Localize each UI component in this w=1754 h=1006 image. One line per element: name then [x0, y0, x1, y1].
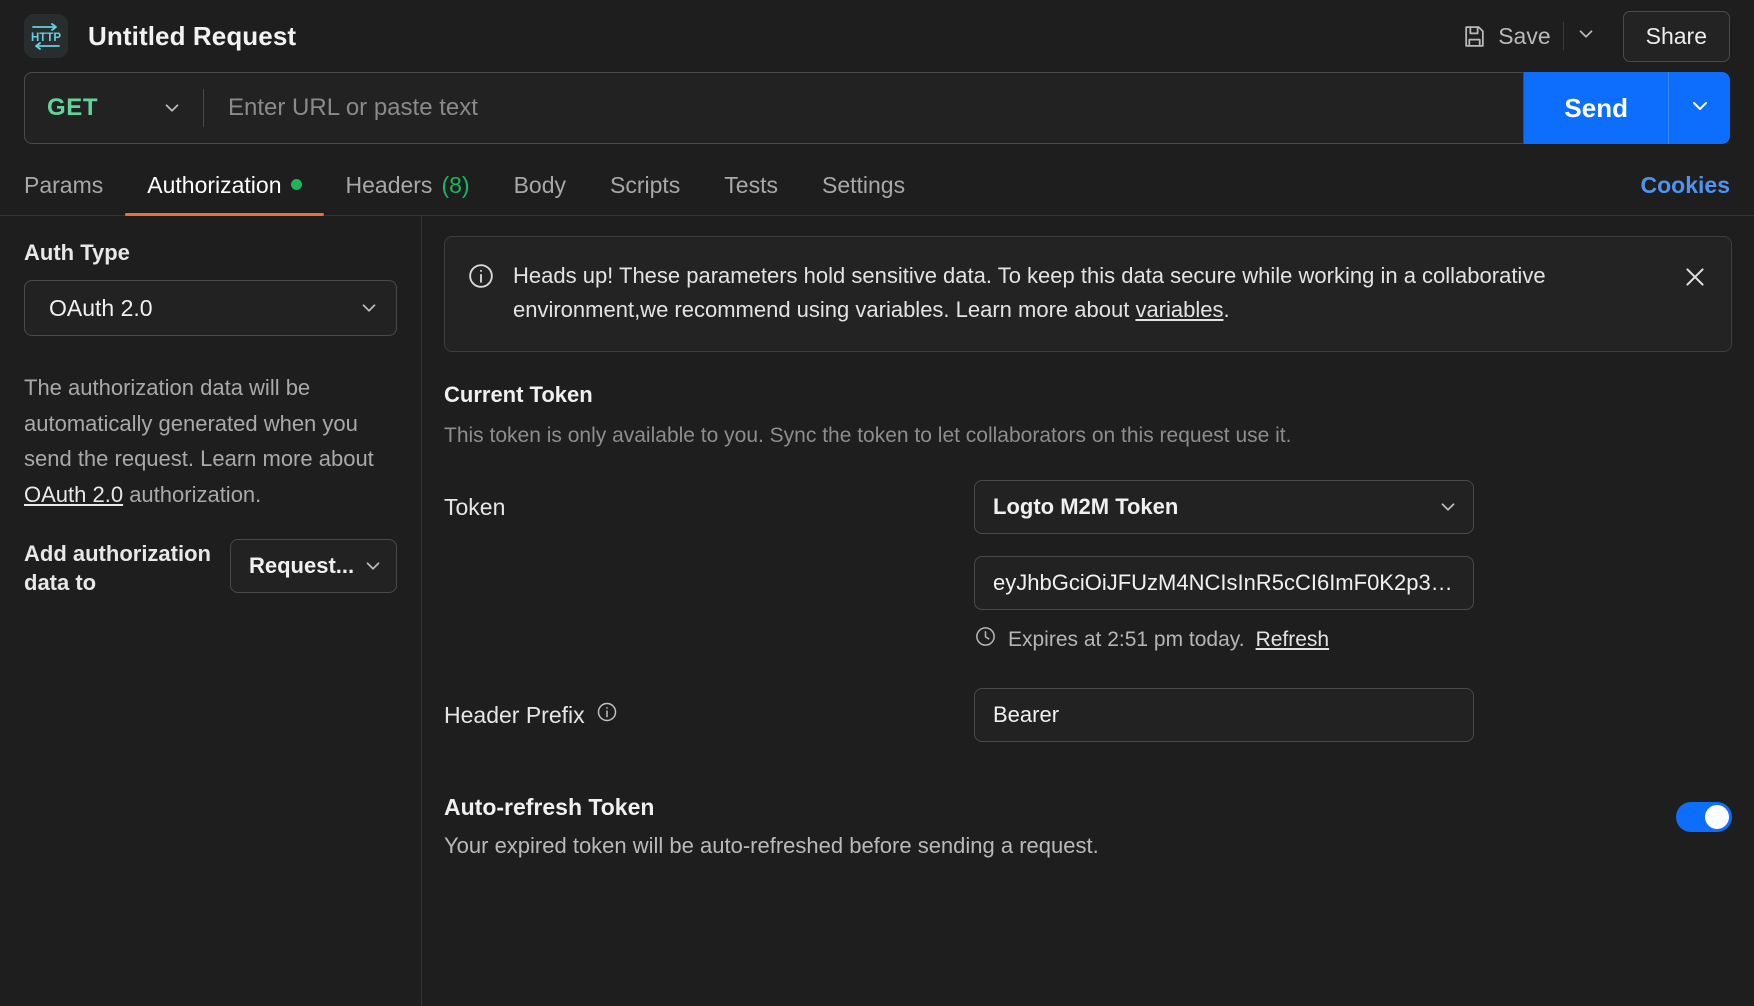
auth-type-pane: Auth Type OAuth 2.0 The authorization da…: [0, 216, 422, 1006]
chevron-down-icon: [358, 297, 380, 319]
url-input[interactable]: [204, 73, 1523, 143]
token-value-control: eyJhbGciOiJFUzM4NCIsInR5cCI6ImF0K2p3… Ex…: [974, 556, 1474, 654]
auto-refresh-subtitle: Your expired token will be auto-refreshe…: [444, 833, 1676, 859]
header-prefix-input[interactable]: Bearer: [974, 688, 1474, 742]
send-button-group: Send: [1524, 72, 1730, 144]
method-select[interactable]: GET: [25, 73, 203, 143]
auto-refresh-title: Auto-refresh Token: [444, 794, 1676, 821]
token-label: Token: [444, 494, 974, 521]
current-token-heading: Current Token: [444, 382, 1732, 408]
share-button[interactable]: Share: [1623, 11, 1730, 62]
chevron-down-icon: [161, 97, 183, 119]
send-options-caret[interactable]: [1668, 72, 1730, 144]
auth-type-label: Auth Type: [24, 240, 397, 266]
sensitive-data-banner: Heads up! These parameters hold sensitiv…: [444, 236, 1732, 352]
tab-label: Tests: [724, 172, 778, 199]
floppy-disk-icon: [1462, 24, 1487, 49]
auto-refresh-toggle[interactable]: [1676, 802, 1732, 832]
info-circle-icon[interactable]: [596, 701, 618, 729]
token-expiry-row: Expires at 2:51 pm today. Refresh: [974, 625, 1474, 654]
tab-body[interactable]: Body: [492, 172, 588, 215]
auth-type-value: OAuth 2.0: [49, 295, 153, 322]
variables-link[interactable]: variables: [1135, 297, 1223, 322]
svg-text:HTTP: HTTP: [31, 32, 61, 44]
http-icon: HTTP: [24, 14, 68, 58]
header-prefix-value: Bearer: [993, 702, 1059, 728]
auto-refresh-text: Auto-refresh Token Your expired token wi…: [444, 794, 1676, 859]
title-bar: HTTP Untitled Request Save Share: [0, 0, 1754, 72]
token-row: Token Logto M2M Token: [444, 480, 1732, 534]
http-glyph: HTTP: [31, 22, 61, 50]
auth-help-part1: The authorization data will be automatic…: [24, 375, 374, 471]
token-value-text: eyJhbGciOiJFUzM4NCIsInR5cCI6ImF0K2p3…: [993, 570, 1453, 596]
banner-text-part1: Heads up! These parameters hold sensitiv…: [513, 263, 1546, 322]
current-token-note: This token is only available to you. Syn…: [444, 424, 1732, 448]
authorization-status-dot: [291, 179, 302, 190]
chevron-down-icon: [1427, 496, 1459, 518]
auth-details-pane: Heads up! These parameters hold sensitiv…: [422, 216, 1754, 1006]
auth-type-select[interactable]: OAuth 2.0: [24, 280, 397, 336]
token-label-text: Token: [444, 494, 505, 521]
tab-label: Body: [514, 172, 566, 199]
header-prefix-control: Bearer: [974, 688, 1474, 742]
token-value-input[interactable]: eyJhbGciOiJFUzM4NCIsInR5cCI6ImF0K2p3…: [974, 556, 1474, 610]
url-field-group: GET: [24, 72, 1524, 144]
method-label: GET: [47, 94, 98, 122]
add-authorization-data-label: Add authorization data to: [24, 539, 220, 597]
token-expiry-text: Expires at 2:51 pm today.: [1008, 628, 1245, 652]
title-bar-actions: Save Share: [1450, 11, 1730, 62]
page-title: Untitled Request: [88, 21, 296, 52]
header-prefix-row: Header Prefix Bearer: [444, 688, 1732, 742]
toggle-knob: [1705, 805, 1729, 829]
tab-label: Authorization: [147, 172, 281, 199]
url-bar: GET Send: [0, 72, 1754, 154]
oauth2-doc-link[interactable]: OAuth 2.0: [24, 482, 123, 507]
token-control: Logto M2M Token: [974, 480, 1474, 534]
banner-text-part2: .: [1223, 297, 1229, 322]
token-select-value: Logto M2M Token: [993, 494, 1178, 520]
save-label: Save: [1498, 23, 1550, 50]
tab-settings[interactable]: Settings: [800, 172, 927, 215]
chevron-down-icon: [362, 555, 384, 577]
clock-icon: [974, 625, 997, 654]
token-select[interactable]: Logto M2M Token: [974, 480, 1474, 534]
cookies-link[interactable]: Cookies: [1641, 172, 1730, 215]
tab-scripts[interactable]: Scripts: [588, 172, 702, 215]
tab-params[interactable]: Params: [24, 172, 125, 215]
token-value-row: eyJhbGciOiJFUzM4NCIsInR5cCI6ImF0K2p3… Ex…: [444, 556, 1732, 654]
header-prefix-label-text: Header Prefix: [444, 702, 585, 729]
send-button[interactable]: Send: [1524, 72, 1668, 144]
tab-label: Headers: [346, 172, 433, 199]
tab-tests[interactable]: Tests: [702, 172, 800, 215]
auth-help-part2: authorization.: [123, 482, 261, 507]
save-options-caret[interactable]: [1563, 14, 1609, 58]
tab-authorization[interactable]: Authorization: [125, 172, 323, 215]
tab-label: Scripts: [610, 172, 680, 199]
auth-help-text: The authorization data will be automatic…: [24, 370, 397, 513]
chevron-down-icon: [1575, 23, 1597, 50]
info-circle-icon: [467, 262, 495, 295]
refresh-token-link[interactable]: Refresh: [1256, 628, 1330, 652]
header-prefix-label: Header Prefix: [444, 701, 974, 729]
tab-headers[interactable]: Headers (8): [324, 172, 492, 215]
authorization-panel: Auth Type OAuth 2.0 The authorization da…: [0, 216, 1754, 1006]
headers-count-badge: (8): [441, 172, 469, 199]
add-authorization-data-select[interactable]: Request...: [230, 539, 397, 593]
tab-label: Params: [24, 172, 103, 199]
close-icon[interactable]: [1679, 261, 1711, 293]
add-authorization-data-row: Add authorization data to Request...: [24, 539, 397, 597]
save-button[interactable]: Save: [1450, 15, 1562, 58]
add-authorization-data-value: Request...: [249, 553, 354, 579]
auto-refresh-section: Auto-refresh Token Your expired token wi…: [444, 794, 1732, 859]
tab-label: Settings: [822, 172, 905, 199]
sensitive-data-banner-text: Heads up! These parameters hold sensitiv…: [513, 259, 1661, 327]
chevron-down-icon: [1688, 94, 1712, 123]
request-tabs: Params Authorization Headers (8) Body Sc…: [0, 154, 1754, 216]
